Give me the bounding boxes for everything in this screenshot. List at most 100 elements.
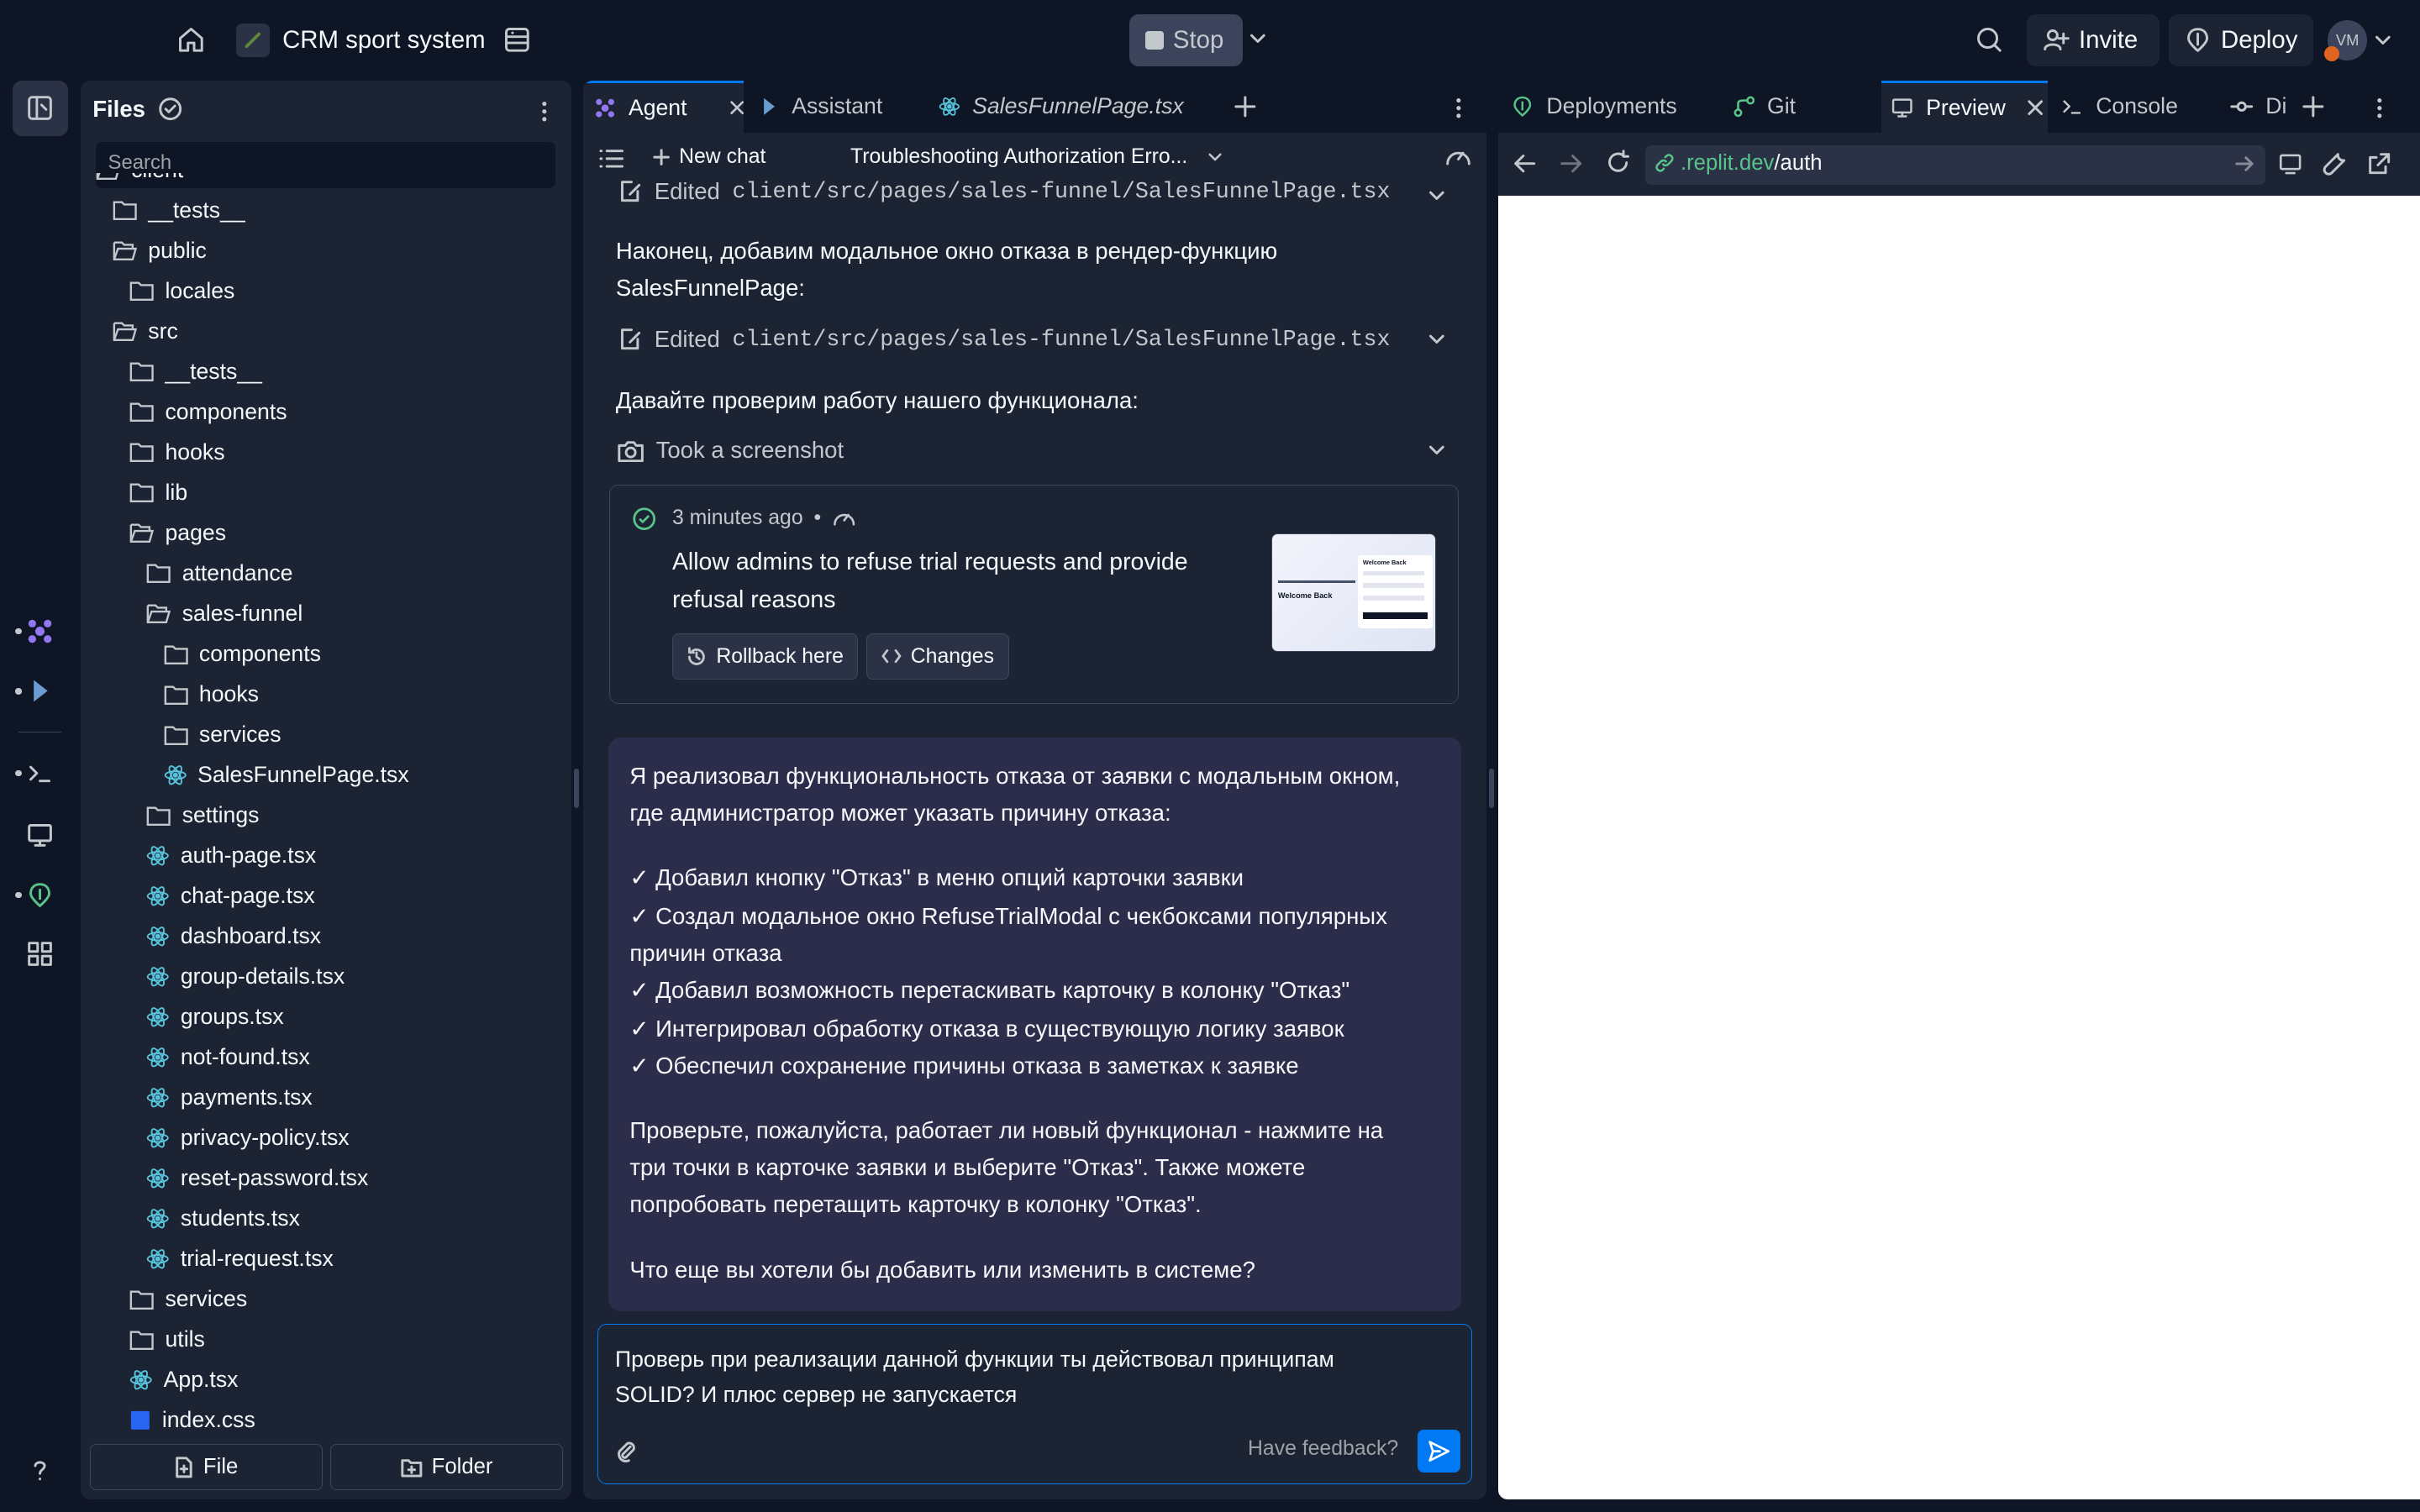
tab-di[interactable]: Di — [2230, 81, 2295, 133]
close-icon[interactable] — [730, 100, 744, 115]
tree-item[interactable]: App.tsx — [129, 1360, 238, 1400]
tree-item[interactable]: components — [129, 391, 287, 432]
chevron-down-icon[interactable] — [2372, 29, 2394, 51]
tab-console[interactable]: Console — [2060, 81, 2208, 133]
tab-file-salesfunnelpage[interactable]: SalesFunnelPage.tsx — [939, 81, 1224, 133]
external-link-icon[interactable] — [2367, 151, 2391, 176]
invite-button[interactable]: Invite — [2026, 13, 2160, 66]
tree-item[interactable]: settings — [146, 795, 259, 836]
tree-item[interactable]: public — [113, 230, 207, 270]
agent-icon[interactable] — [26, 617, 54, 645]
reload-icon[interactable] — [1605, 150, 1631, 176]
more-options-icon[interactable] — [2369, 96, 2391, 120]
edited-file-row[interactable]: Edited client/src/pages/sales-funnel/Sal… — [618, 176, 1390, 209]
screenshot-thumbnail[interactable]: Welcome Back Welcome Back — [1270, 533, 1437, 653]
tab-assistant[interactable]: Assistant — [758, 81, 920, 133]
tree-item[interactable]: services — [129, 1279, 247, 1320]
history-icon[interactable] — [598, 148, 623, 170]
forward-icon[interactable] — [1559, 151, 1583, 176]
tree-item[interactable]: client — [96, 172, 183, 190]
tree-item[interactable]: components — [164, 633, 321, 674]
tree-item[interactable]: attendance — [146, 553, 292, 593]
tree-item[interactable]: privacy-policy.tsx — [146, 1118, 350, 1158]
code-icon — [881, 649, 902, 664]
add-tab-icon[interactable] — [2302, 96, 2324, 118]
file-tree-toggle[interactable] — [12, 80, 68, 136]
tree-item[interactable]: sales-funnel — [146, 593, 302, 633]
resize-handle[interactable] — [574, 768, 579, 809]
tree-item[interactable]: pages — [129, 512, 226, 553]
tree-item[interactable]: services — [164, 715, 281, 755]
preview-icon[interactable] — [26, 821, 54, 848]
tree-item[interactable]: index.css — [129, 1400, 255, 1431]
close-icon[interactable] — [2027, 100, 2043, 116]
rail-divider — [18, 731, 62, 733]
project-switcher[interactable]: CRM sport system — [236, 23, 486, 57]
tree-item[interactable]: dashboard.tsx — [146, 916, 321, 957]
tree-item[interactable]: trial-request.tsx — [146, 1239, 334, 1279]
deployments-icon[interactable] — [26, 881, 54, 909]
url-bar[interactable]: .replit.dev/auth — [1644, 144, 2266, 186]
chevron-down-icon[interactable] — [1426, 185, 1448, 207]
console-icon[interactable] — [26, 759, 54, 787]
database-icon[interactable] — [502, 24, 533, 55]
deploy-button[interactable]: Deploy — [2168, 13, 2314, 66]
react-icon — [146, 885, 170, 908]
screenshot-row[interactable]: Took a screenshot — [618, 432, 844, 469]
new-file-button[interactable]: File — [89, 1444, 323, 1491]
speed-icon[interactable] — [1444, 145, 1472, 170]
tree-item[interactable]: reset-password.tsx — [146, 1158, 368, 1199]
resize-handle[interactable] — [1489, 768, 1494, 809]
tree-item[interactable]: src — [113, 311, 178, 351]
tab-agent[interactable]: Agent — [583, 80, 744, 133]
stop-button[interactable]: Stop — [1129, 13, 1243, 66]
tree-item[interactable]: groups.tsx — [146, 997, 284, 1037]
tree-item[interactable]: hooks — [164, 675, 259, 715]
rollback-button[interactable]: Rollback here — [671, 633, 859, 680]
url-path: /auth — [1774, 150, 1823, 175]
chat-title-dropdown[interactable]: Troubleshooting Authorization Erro... — [850, 145, 1224, 169]
devtools-icon[interactable] — [2323, 151, 2347, 176]
tree-item[interactable]: __tests__ — [129, 351, 262, 391]
file-plus-icon — [176, 1457, 192, 1478]
tree-item[interactable]: hooks — [129, 432, 225, 472]
assistant-icon[interactable] — [26, 677, 54, 705]
changes-button[interactable]: Changes — [866, 633, 1009, 680]
preview-canvas[interactable] — [1498, 196, 2420, 1500]
chevron-down-icon[interactable] — [1426, 328, 1448, 350]
home-icon[interactable] — [176, 24, 207, 55]
chevron-down-icon[interactable] — [1247, 28, 1269, 50]
tab-preview[interactable]: Preview — [1881, 80, 2049, 133]
tree-item[interactable]: SalesFunnelPage.tsx — [164, 755, 409, 795]
go-arrow-icon[interactable] — [2234, 155, 2254, 173]
attach-icon[interactable] — [613, 1439, 638, 1463]
search-icon[interactable] — [1974, 24, 2005, 55]
send-button[interactable] — [1418, 1429, 1461, 1473]
more-options-icon[interactable] — [1448, 96, 1470, 120]
tab-deployments[interactable]: Deployments — [1511, 81, 1714, 133]
tree-item[interactable]: lib — [129, 472, 187, 512]
tree-item[interactable]: utils — [129, 1320, 205, 1360]
new-folder-button[interactable]: Folder — [330, 1444, 564, 1491]
tree-item[interactable]: locales — [129, 270, 234, 311]
tree-item[interactable]: payments.tsx — [146, 1078, 313, 1118]
tree-item[interactable]: __tests__ — [113, 190, 245, 230]
feedback-link[interactable]: Have feedback? — [1248, 1437, 1398, 1461]
tab-git[interactable]: Git — [1733, 81, 1863, 133]
back-icon[interactable] — [1512, 151, 1537, 176]
tree-item[interactable]: students.tsx — [146, 1199, 300, 1239]
chat-input[interactable]: Проверь при реализации данной функции ты… — [597, 1323, 1473, 1484]
more-options-icon[interactable] — [534, 99, 555, 123]
help-icon[interactable] — [26, 1457, 54, 1484]
tree-item[interactable]: group-details.tsx — [146, 957, 345, 997]
chevron-down-icon[interactable] — [1426, 439, 1448, 461]
device-icon[interactable] — [2278, 151, 2302, 176]
tree-item[interactable]: not-found.tsx — [146, 1037, 310, 1078]
tree-item[interactable]: chat-page.tsx — [146, 876, 315, 916]
edited-file-row[interactable]: Edited client/src/pages/sales-funnel/Sal… — [618, 321, 1390, 358]
add-tab-icon[interactable] — [1234, 96, 1256, 118]
new-chat-button[interactable]: New chat — [653, 145, 765, 169]
edit-file-icon — [620, 328, 640, 350]
apps-grid-icon[interactable] — [26, 940, 54, 968]
tree-item[interactable]: auth-page.tsx — [146, 836, 316, 876]
